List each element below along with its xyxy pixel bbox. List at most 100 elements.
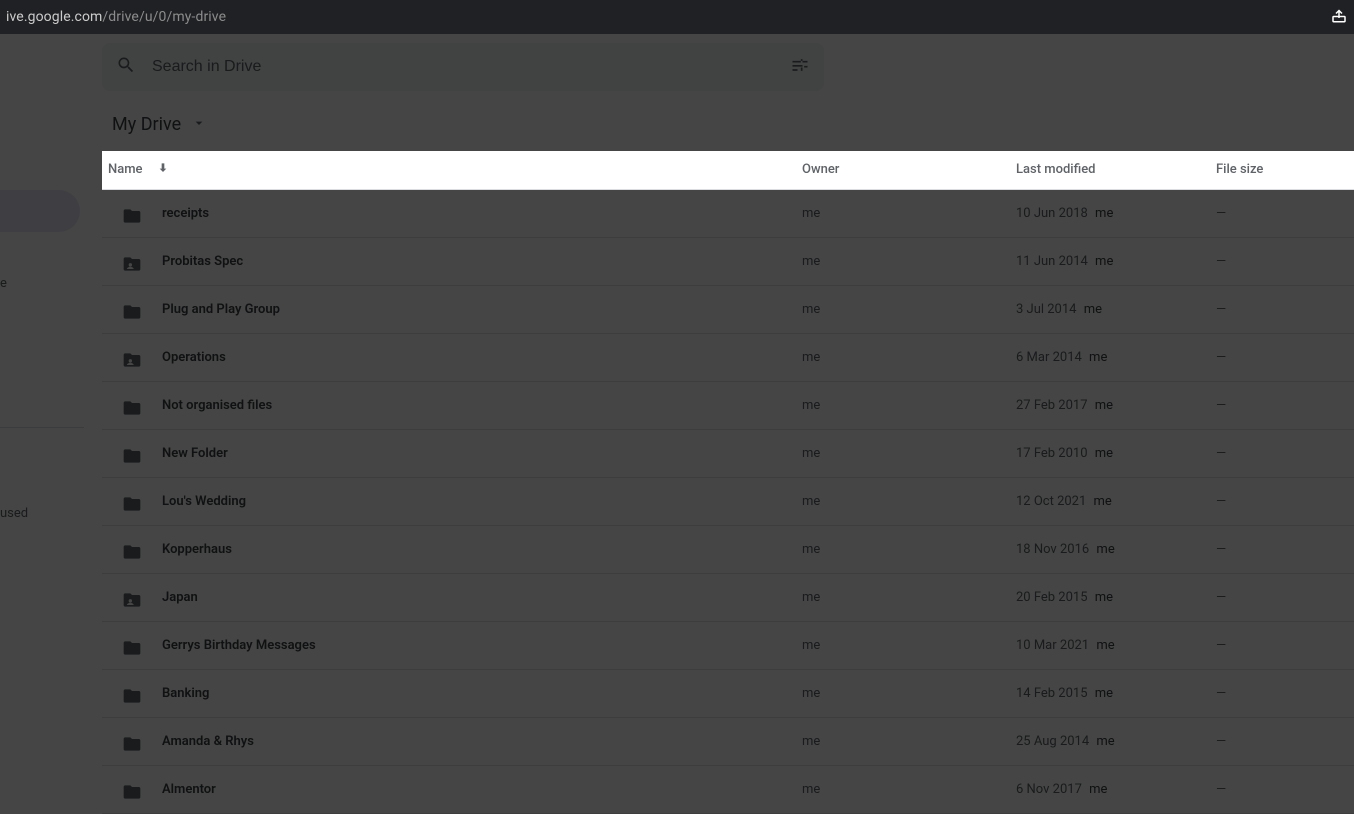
file-modified: 14 Feb 2015 me (1016, 686, 1216, 701)
file-size: — (1216, 302, 1354, 317)
file-owner: me (802, 638, 1016, 653)
file-size: — (1216, 734, 1354, 749)
sidebar-separator (0, 427, 84, 428)
shared-folder-icon (122, 254, 142, 270)
table-row[interactable]: Plug and Play Group me3 Jul 2014 me— (102, 286, 1354, 334)
table-row[interactable]: Japan me20 Feb 2015 me— (102, 574, 1354, 622)
file-size: — (1216, 446, 1354, 461)
dropdown-arrow-icon[interactable] (191, 115, 207, 135)
folder-icon (122, 302, 142, 318)
table-row[interactable]: Not organised files me27 Feb 2017 me— (102, 382, 1354, 430)
folder-icon (122, 494, 142, 510)
topbar (102, 34, 1354, 99)
file-name: Gerrys Birthday Messages (162, 638, 316, 653)
table-row[interactable]: Kopperhaus me18 Nov 2016 me— (102, 526, 1354, 574)
file-owner: me (802, 446, 1016, 461)
table-row[interactable]: Operations me6 Mar 2014 me— (102, 334, 1354, 382)
table-row[interactable]: New Folder me17 Feb 2010 me— (102, 430, 1354, 478)
shared-folder-icon (122, 350, 142, 366)
url-text: ive.google.com/drive/u/0/my-drive (6, 9, 226, 25)
column-header-modified[interactable]: Last modified (1016, 162, 1216, 177)
column-header-name[interactable]: Name (102, 160, 802, 180)
file-name: Operations (162, 350, 226, 365)
table-row[interactable]: Almentor me6 Nov 2017 me— (102, 766, 1354, 814)
folder-icon (122, 782, 142, 798)
table-header: Name Owner Last modified File size (102, 151, 1354, 191)
share-icon[interactable] (1330, 6, 1348, 28)
file-size: — (1216, 206, 1354, 221)
file-name: Not organised files (162, 398, 272, 413)
table-row[interactable]: Lou's Wedding me12 Oct 2021 me— (102, 478, 1354, 526)
file-size: — (1216, 686, 1354, 701)
file-size: — (1216, 590, 1354, 605)
column-header-owner[interactable]: Owner (802, 162, 1016, 177)
sidebar: e used (0, 34, 102, 814)
file-owner: me (802, 398, 1016, 413)
file-size: — (1216, 782, 1354, 797)
folder-icon (122, 686, 142, 702)
file-owner: me (802, 734, 1016, 749)
file-modified: 6 Mar 2014 me (1016, 350, 1216, 365)
folder-icon (122, 398, 142, 414)
file-size: — (1216, 542, 1354, 557)
file-size: — (1216, 398, 1354, 413)
file-name: New Folder (162, 446, 228, 461)
file-modified: 17 Feb 2010 me (1016, 446, 1216, 461)
file-size: — (1216, 254, 1354, 269)
file-owner: me (802, 206, 1016, 221)
file-name: Probitas Spec (162, 254, 243, 269)
file-modified: 6 Nov 2017 me (1016, 782, 1216, 797)
file-name: Amanda & Rhys (162, 734, 254, 749)
search-box[interactable] (102, 43, 824, 91)
file-modified: 25 Aug 2014 me (1016, 734, 1216, 749)
folder-icon (122, 542, 142, 558)
file-size: — (1216, 494, 1354, 509)
file-modified: 12 Oct 2021 me (1016, 494, 1216, 509)
sidebar-item[interactable]: e (0, 270, 102, 297)
file-modified: 18 Nov 2016 me (1016, 542, 1216, 557)
search-icon (116, 55, 136, 79)
table-row[interactable]: receipts me10 Jun 2018 me— (102, 190, 1354, 238)
file-owner: me (802, 590, 1016, 605)
table-row[interactable]: Gerrys Birthday Messages me10 Mar 2021 me… (102, 622, 1354, 670)
file-size: — (1216, 638, 1354, 653)
file-size: — (1216, 350, 1354, 365)
file-name: Kopperhaus (162, 542, 232, 557)
search-input[interactable] (152, 58, 774, 76)
search-filters-icon[interactable] (790, 55, 810, 79)
file-modified: 27 Feb 2017 me (1016, 398, 1216, 413)
file-name: Plug and Play Group (162, 302, 280, 317)
file-owner: me (802, 686, 1016, 701)
folder-icon (122, 734, 142, 750)
file-modified: 20 Feb 2015 me (1016, 590, 1216, 605)
file-owner: me (802, 542, 1016, 557)
file-owner: me (802, 254, 1016, 269)
file-name: receipts (162, 206, 209, 221)
file-name: Almentor (162, 782, 216, 797)
file-list: receiptsme10 Jun 2018 me—Probitas Specme… (102, 190, 1354, 814)
table-row[interactable]: Amanda & Rhys me25 Aug 2014 me— (102, 718, 1354, 766)
file-owner: me (802, 302, 1016, 317)
file-modified: 10 Mar 2021 me (1016, 638, 1216, 653)
shared-folder-icon (122, 590, 142, 606)
file-name: Japan (162, 590, 198, 605)
folder-icon (122, 206, 142, 222)
table-row[interactable]: Banking me14 Feb 2015 me— (102, 670, 1354, 718)
file-owner: me (802, 350, 1016, 365)
file-modified: 11 Jun 2014 me (1016, 254, 1216, 269)
file-modified: 3 Jul 2014 me (1016, 302, 1216, 317)
new-button[interactable] (0, 190, 80, 232)
breadcrumb[interactable]: My Drive (102, 99, 1354, 150)
breadcrumb-title: My Drive (112, 114, 181, 135)
storage-used-label: used (0, 500, 102, 527)
folder-icon (122, 638, 142, 654)
file-owner: me (802, 782, 1016, 797)
file-modified: 10 Jun 2018 me (1016, 206, 1216, 221)
table-row[interactable]: Probitas Spec me11 Jun 2014 me— (102, 238, 1354, 286)
browser-url-bar[interactable]: ive.google.com/drive/u/0/my-drive (0, 0, 1354, 34)
column-header-size[interactable]: File size (1216, 162, 1354, 177)
file-owner: me (802, 494, 1016, 509)
file-name: Banking (162, 686, 209, 701)
file-name: Lou's Wedding (162, 494, 246, 509)
folder-icon (122, 446, 142, 462)
